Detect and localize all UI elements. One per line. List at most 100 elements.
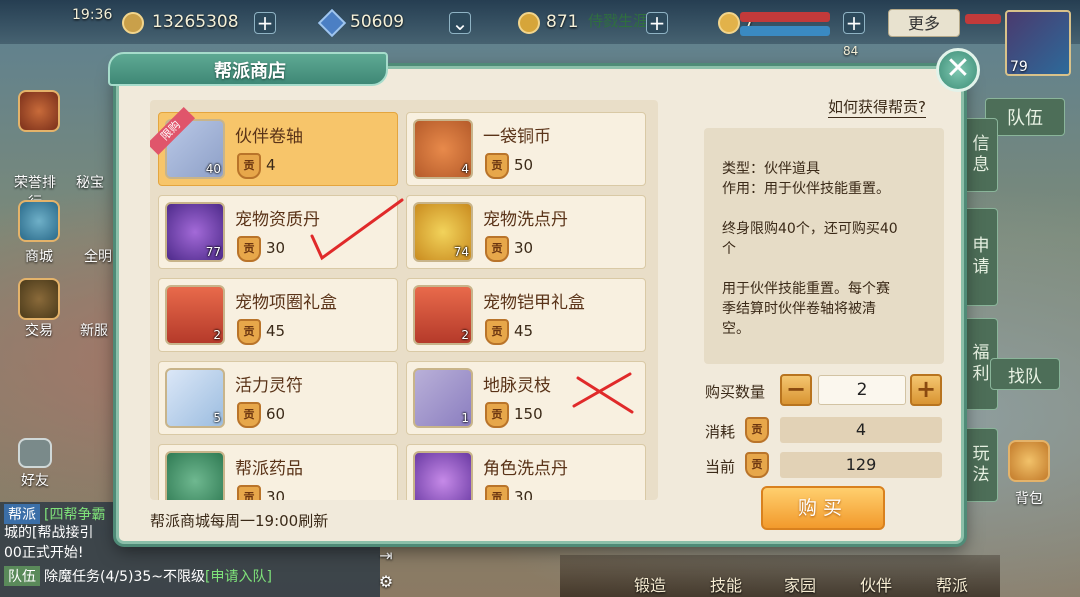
item-stock-count: 74 <box>453 245 469 259</box>
apply-team-link[interactable]: [申请入队] <box>205 569 272 585</box>
guild-contribution-icon: 贡 <box>237 236 261 262</box>
shop-item-pet-armor-box[interactable]: 2 宠物铠甲礼盒 贡 45 <box>406 278 646 352</box>
tab-play[interactable]: 玩法 <box>960 428 998 502</box>
guild-contribution-icon: 贡 <box>485 485 509 500</box>
chat-message: 城的[帮战接引 <box>4 525 94 541</box>
nav-home[interactable]: 家园 <box>784 572 816 596</box>
quantity-label: 购买数量 <box>705 383 766 401</box>
talisman-icon: 5 <box>165 368 225 428</box>
item-price: 45 <box>266 322 286 340</box>
find-team-button[interactable]: 找队 <box>990 358 1060 390</box>
add-stat-button[interactable]: + <box>843 12 865 34</box>
item-stock-count: 2 <box>461 328 469 342</box>
nav-skills[interactable]: 技能 <box>710 572 742 596</box>
decrease-quantity-button[interactable]: − <box>780 374 812 406</box>
item-effect: 作用：用于伙伴技能重置。 <box>722 181 890 197</box>
mall-label: 商城 <box>25 249 53 265</box>
item-price: 4 <box>266 156 276 174</box>
cost-value: 4 <box>780 417 942 443</box>
shop-item-pet-collar-box[interactable]: 2 宠物项圈礼盒 贡 45 <box>158 278 398 352</box>
chat-channel-tag: 帮派 <box>4 504 40 524</box>
shop-item-vitality-talisman[interactable]: 5 活力灵符 贡 60 <box>158 361 398 435</box>
add-gem-button[interactable]: ⌄ <box>449 12 471 34</box>
bag-icon[interactable] <box>1008 440 1050 482</box>
increase-quantity-button[interactable]: + <box>910 374 942 406</box>
guild-contribution-icon: 贡 <box>745 452 769 478</box>
quantity-input[interactable]: 2 <box>818 375 906 405</box>
guild-contribution-icon: 贡 <box>237 485 261 500</box>
shop-item-guild-medicine[interactable]: 帮派药品 贡 30 <box>158 444 398 500</box>
how-to-get-contribution-link[interactable]: 如何获得帮贡? <box>828 96 926 118</box>
buy-button[interactable]: 购买 <box>761 486 885 530</box>
exit-icon[interactable]: ⇥ <box>372 546 400 565</box>
nav-guild[interactable]: 帮派 <box>936 572 968 596</box>
add-silver-button[interactable]: + <box>254 12 276 34</box>
shop-item-partner-scroll[interactable]: 40 限购 伙伴卷轴 贡 4 <box>150 106 398 186</box>
friends-icon[interactable] <box>18 438 52 468</box>
shop-item-coin-bag[interactable]: 4 一袋铜币 贡 50 <box>406 112 646 186</box>
item-type: 类型：伙伴道具 <box>722 161 820 177</box>
item-name: 一袋铜币 <box>483 127 551 147</box>
item-stock-count: 77 <box>205 245 221 259</box>
player-level: 79 <box>1010 59 1028 75</box>
item-stock-count: 4 <box>461 162 469 176</box>
ingot-icon <box>718 12 740 34</box>
item-price: 60 <box>266 405 286 423</box>
chat-message[interactable]: [四帮争霸 <box>44 507 105 523</box>
dialog-title: 帮派商店 <box>214 61 286 82</box>
shop-item-earth-vein-branch[interactable]: 1 地脉灵枝 贡 150 <box>406 361 646 435</box>
add-gold-button[interactable]: + <box>646 12 668 34</box>
guild-contribution-icon: 贡 <box>237 402 261 428</box>
tab-apply[interactable]: 申请 <box>960 208 998 306</box>
tab-info[interactable]: 信息 <box>960 118 998 192</box>
item-price: 30 <box>266 239 286 257</box>
current-balance-value: 129 <box>780 452 942 478</box>
shop-item-pet-reset-pill[interactable]: 74 宠物洗点丹 贡 30 <box>406 195 646 269</box>
mp-bar <box>740 26 830 36</box>
item-name: 地脉灵枝 <box>483 376 551 396</box>
nav-forge[interactable]: 锻造 <box>634 572 666 596</box>
item-description: 季结算时伙伴卷轴将被清 <box>722 301 876 317</box>
trade-icon[interactable] <box>18 278 60 320</box>
item-description: 空。 <box>722 321 750 337</box>
bottom-nav-bar <box>560 555 1000 597</box>
item-name: 宠物项圈礼盒 <box>235 293 337 313</box>
guild-contribution-icon: 贡 <box>485 153 509 179</box>
item-name: 角色洗点丹 <box>483 459 568 479</box>
shop-item-grid[interactable]: 40 限购 伙伴卷轴 贡 4 4 一袋铜币 贡 50 77 宠物资质丹 贡 30… <box>150 100 658 500</box>
trade-label: 交易 <box>25 323 53 339</box>
new-server-label: 新服 <box>80 323 108 339</box>
purple-orb-icon: 77 <box>165 202 225 262</box>
medicine-bag-icon <box>165 451 225 500</box>
more-button[interactable]: 更多 <box>888 9 960 37</box>
mall-icon[interactable] <box>18 200 60 242</box>
item-name: 宠物资质丹 <box>235 210 320 230</box>
shop-item-character-reset-pill[interactable]: 角色洗点丹 贡 30 <box>406 444 646 500</box>
settings-gear-icon[interactable]: ⚙ <box>372 572 400 591</box>
gift-chest-icon: 2 <box>413 285 473 345</box>
guild-contribution-icon: 贡 <box>485 319 509 345</box>
item-name: 宠物铠甲礼盒 <box>483 293 585 313</box>
cost-label: 消耗 <box>705 423 736 441</box>
item-name: 活力灵符 <box>235 376 303 396</box>
item-name: 伙伴卷轴 <box>235 127 303 147</box>
chat-line: 队伍 除魔任务(4/5)35~不限级[申请入队] <box>4 566 272 586</box>
item-description: 用于伙伴技能重置。每个赛 <box>722 281 890 297</box>
clock: 19:36 <box>72 7 113 23</box>
currency-silver: 13265308 <box>152 12 239 32</box>
chat-message: 00正式开始! <box>4 545 84 561</box>
branch-icon: 1 <box>413 368 473 428</box>
close-button[interactable]: ✕ <box>936 48 980 92</box>
rank-icon[interactable] <box>18 90 60 132</box>
gold-icon <box>518 12 540 34</box>
bag-label: 背包 <box>1015 491 1043 507</box>
friends-label: 好友 <box>21 473 49 489</box>
nav-partners[interactable]: 伙伴 <box>860 572 892 596</box>
shop-item-pet-aptitude-pill[interactable]: 77 宠物资质丹 贡 30 <box>158 195 398 269</box>
event-banner-text: 侍戮生涯 <box>588 12 649 30</box>
current-label: 当前 <box>705 458 736 476</box>
item-price: 30 <box>514 239 534 257</box>
item-price: 50 <box>514 156 534 174</box>
item-name: 帮派药品 <box>235 459 303 479</box>
hp-bar <box>740 12 830 22</box>
